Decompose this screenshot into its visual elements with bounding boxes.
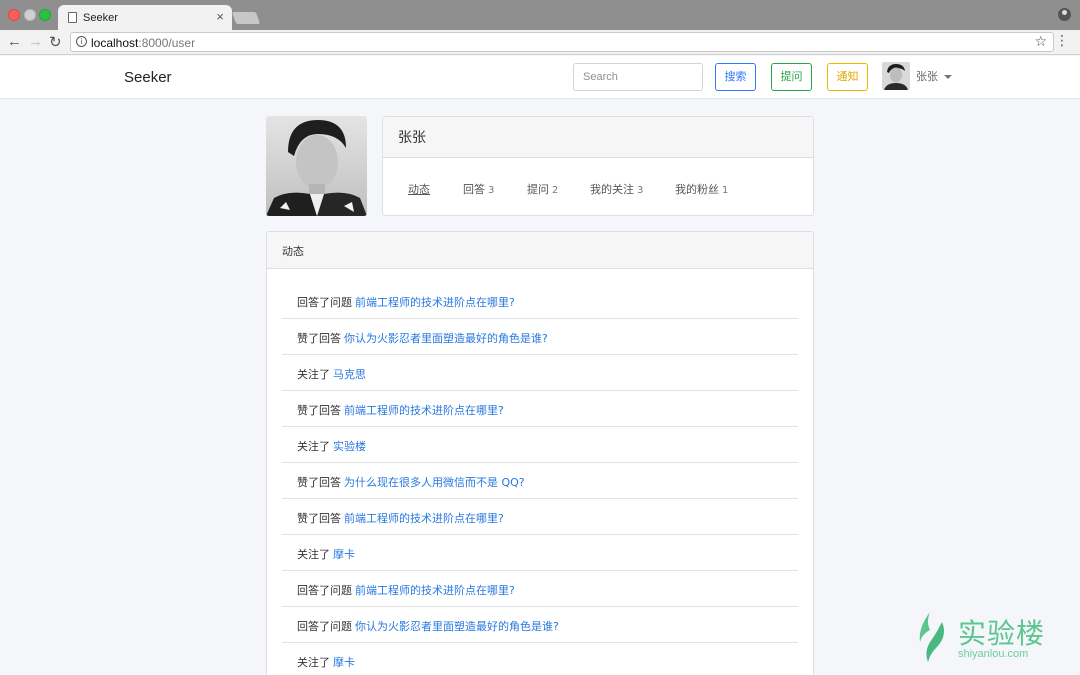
notifications-button[interactable]: 通知: [827, 63, 868, 91]
tab-questions[interactable]: 提问 2: [527, 181, 558, 197]
activity-item: 回答了问题 前端工程师的技术进阶点在哪里?: [282, 571, 798, 607]
activity-link[interactable]: 为什么现在很多人用微信而不是 QQ?: [344, 476, 525, 489]
activity-link[interactable]: 实验楼: [333, 440, 366, 453]
browser-tab-bar: Seeker ×: [0, 0, 1080, 31]
activity-link[interactable]: 前端工程师的技术进阶点在哪里?: [344, 512, 504, 525]
url-text[interactable]: localhost:8000/user: [91, 36, 195, 50]
browser-menu-icon[interactable]: ⋮: [1055, 32, 1069, 49]
profile-name: 张张: [383, 117, 813, 158]
tab-followers[interactable]: 我的粉丝 1: [675, 181, 728, 197]
activity-link[interactable]: 前端工程师的技术进阶点在哪里?: [355, 584, 515, 597]
address-bar[interactable]: i localhost:8000/user ☆: [70, 32, 1054, 52]
activity-item: 赞了回答 前端工程师的技术进阶点在哪里?: [282, 499, 798, 535]
activity-item: 关注了 实验楼: [282, 427, 798, 463]
activity-list: 回答了问题 前端工程师的技术进阶点在哪里? 赞了回答 你认为火影忍者里面塑造最好的角…: [282, 283, 798, 675]
activity-card: 动态 回答了问题 前端工程师的技术进阶点在哪里? 赞了回答 你认为火影忍者里面塑造最…: [266, 231, 814, 675]
activity-item: 关注了 马克思: [282, 355, 798, 391]
tab-title: Seeker: [83, 12, 118, 24]
profile-tabs: 动态 回答 3 提问 2 我的关注 3 我的粉丝 1: [383, 158, 813, 216]
tab-activity[interactable]: 动态: [408, 181, 430, 197]
minimize-window-button[interactable]: [24, 9, 36, 21]
ask-question-button[interactable]: 提问: [771, 63, 812, 91]
caret-down-icon: [944, 75, 952, 79]
activity-item: 赞了回答 前端工程师的技术进阶点在哪里?: [282, 391, 798, 427]
reload-icon[interactable]: ↻: [49, 33, 62, 51]
tab-following[interactable]: 我的关注 3: [590, 181, 643, 197]
browser-profile-icon[interactable]: [1058, 8, 1071, 21]
shiyanlou-watermark: 实验楼 shiyanlou.com: [912, 608, 1052, 668]
browser-toolbar: ← → ↻ i localhost:8000/user ☆ ⋮: [0, 30, 1080, 55]
avatar[interactable]: [882, 62, 910, 90]
leaf-logo-icon: [919, 612, 944, 662]
new-tab-button[interactable]: [231, 12, 261, 24]
activity-item: 回答了问题 前端工程师的技术进阶点在哪里?: [282, 283, 798, 319]
back-arrow-icon[interactable]: ←: [7, 33, 22, 50]
watermark-name: 实验楼: [958, 617, 1046, 650]
activity-link[interactable]: 你认为火影忍者里面塑造最好的角色是谁?: [344, 332, 548, 345]
info-icon[interactable]: i: [76, 36, 87, 47]
search-input[interactable]: [573, 63, 703, 91]
activity-link[interactable]: 前端工程师的技术进阶点在哪里?: [344, 404, 504, 417]
brand-logo[interactable]: Seeker: [124, 69, 172, 86]
page-icon: [68, 12, 77, 23]
activity-item: 回答了问题 你认为火影忍者里面塑造最好的角色是谁?: [282, 607, 798, 643]
activity-link[interactable]: 摩卡: [333, 548, 355, 561]
close-window-button[interactable]: [8, 9, 20, 21]
browser-tab[interactable]: Seeker ×: [58, 5, 232, 31]
activity-item: 赞了回答 你认为火影忍者里面塑造最好的角色是谁?: [282, 319, 798, 355]
maximize-window-button[interactable]: [39, 9, 51, 21]
forward-arrow-icon[interactable]: →: [28, 33, 43, 50]
activity-link[interactable]: 摩卡: [333, 656, 355, 669]
user-menu[interactable]: 张张: [916, 68, 952, 84]
activity-link[interactable]: 你认为火影忍者里面塑造最好的角色是谁?: [355, 620, 559, 633]
profile-avatar: [266, 116, 367, 216]
bookmark-star-icon[interactable]: ☆: [1034, 33, 1047, 50]
activity-link[interactable]: 前端工程师的技术进阶点在哪里?: [355, 296, 515, 309]
watermark-domain: shiyanlou.com: [958, 648, 1029, 660]
tab-answers[interactable]: 回答 3: [463, 181, 494, 197]
activity-link[interactable]: 马克思: [333, 368, 366, 381]
activity-title: 动态: [267, 232, 813, 269]
app-header: Seeker 搜索 提问 通知 张张: [0, 56, 1080, 99]
profile-card: 张张 动态 回答 3 提问 2 我的关注 3 我的粉丝 1: [382, 116, 814, 216]
search-button[interactable]: 搜索: [715, 63, 756, 91]
activity-item: 关注了 摩卡: [282, 535, 798, 571]
tab-close-icon[interactable]: ×: [216, 9, 224, 24]
activity-item: 关注了 摩卡: [282, 643, 798, 675]
activity-item: 赞了回答 为什么现在很多人用微信而不是 QQ?: [282, 463, 798, 499]
